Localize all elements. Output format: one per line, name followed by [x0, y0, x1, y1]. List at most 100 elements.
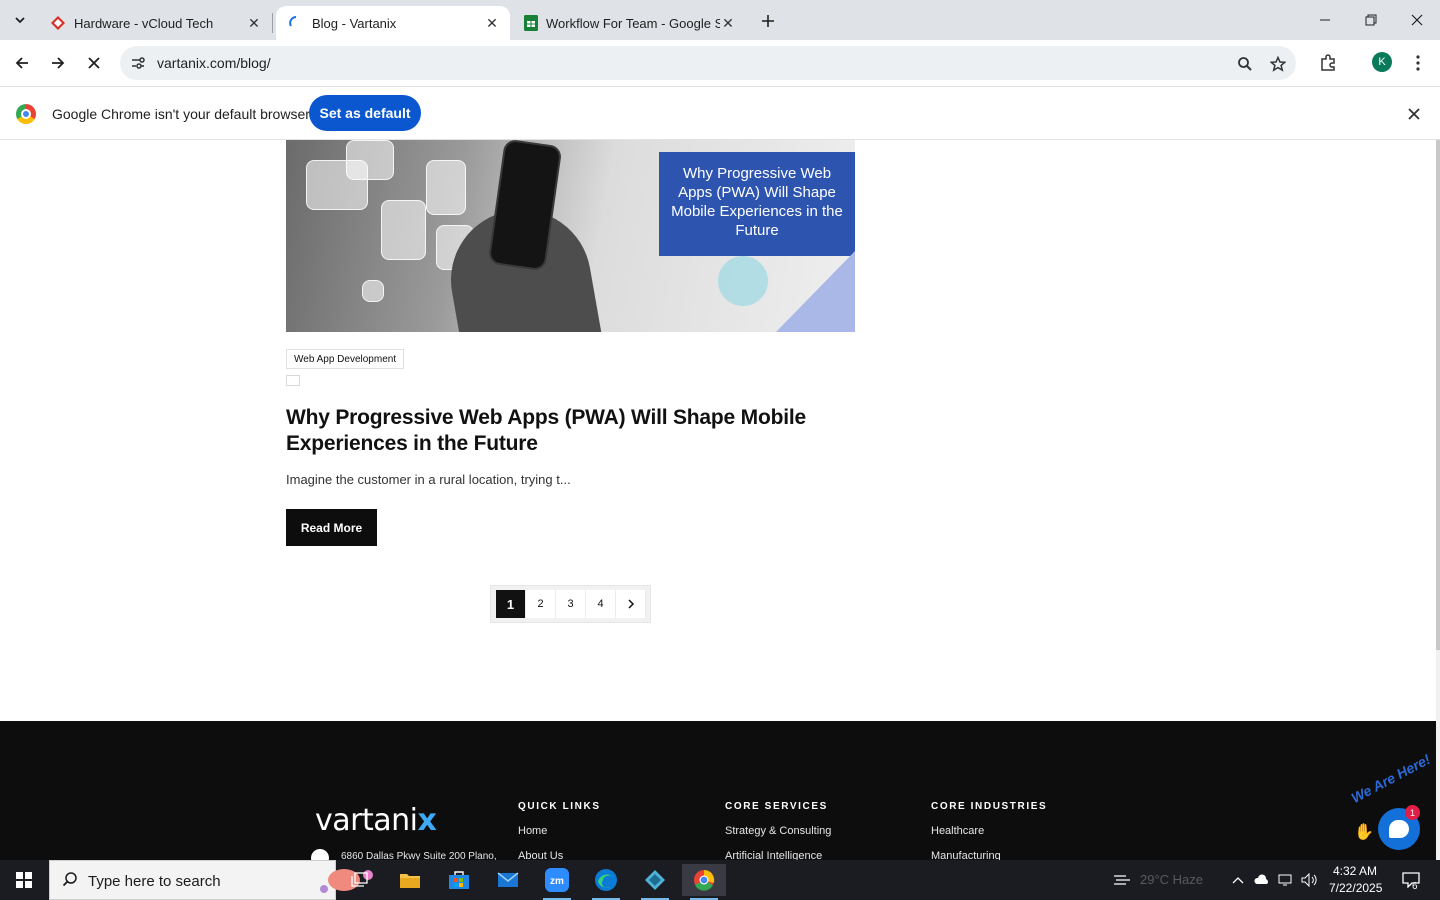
chat-unread-badge: 1	[1405, 805, 1420, 820]
onedrive-icon[interactable]	[1254, 872, 1270, 888]
minimize-button[interactable]	[1302, 0, 1348, 40]
tab-title: Blog - Vartanix	[312, 15, 397, 31]
chat-icon	[1389, 820, 1409, 838]
vcloud-favicon-icon	[51, 16, 65, 30]
chevron-down-icon	[15, 17, 25, 24]
search-placeholder: Type here to search	[88, 873, 221, 890]
back-button[interactable]	[7, 48, 37, 78]
chevron-right-icon	[627, 599, 634, 609]
logo-text: vartani	[315, 803, 418, 838]
extensions-icon[interactable]	[1318, 53, 1338, 73]
set-as-default-button[interactable]: Set as default	[309, 95, 421, 131]
notification-count: 6	[1412, 881, 1418, 892]
tab-title: Workflow For Team - Google Sh	[546, 15, 720, 31]
footer-link-about[interactable]: About Us	[518, 850, 563, 860]
post-title[interactable]: Why Progressive Web Apps (PWA) Will Shap…	[286, 405, 846, 457]
address-bar[interactable]: vartanix.com/blog/	[120, 46, 1296, 80]
mail-button[interactable]	[486, 864, 530, 896]
hero-decor	[426, 160, 466, 215]
footer-link-strategy[interactable]: Strategy & Consulting	[725, 825, 831, 837]
start-button[interactable]	[0, 860, 48, 900]
weather-text[interactable]: 29°C Haze	[1140, 872, 1203, 887]
task-view-button[interactable]	[338, 864, 382, 896]
default-browser-infobar: Google Chrome isn't your default browser…	[0, 86, 1440, 140]
stop-loading-button[interactable]	[79, 48, 109, 78]
footer-address: 6860 Dallas Pkwy Suite 200 Plano,	[341, 851, 497, 860]
task-view-icon	[351, 872, 368, 887]
clock-time[interactable]: 4:32 AM	[1333, 864, 1377, 878]
arrow-left-icon	[15, 57, 28, 69]
core-industries-heading: CORE INDUSTRIES	[931, 801, 1048, 812]
new-tab-button[interactable]	[756, 9, 780, 33]
close-window-button[interactable]	[1394, 0, 1440, 40]
tab-hardware-vcloud[interactable]: Hardware - vCloud Tech ✕	[38, 6, 272, 40]
google-sheets-icon	[524, 15, 538, 31]
url-text[interactable]: vartanix.com/blog/	[157, 55, 271, 71]
hero-decor	[776, 250, 855, 332]
logo-accent: x	[417, 803, 437, 838]
diamond-app-icon	[645, 870, 665, 890]
core-services-heading: CORE SERVICES	[725, 801, 828, 812]
clock-date[interactable]: 7/22/2025	[1329, 881, 1382, 895]
placeholder-image	[286, 375, 300, 386]
windows-logo-icon	[16, 872, 32, 888]
post-excerpt: Imagine the customer in a rural location…	[286, 472, 571, 487]
page-4-button[interactable]: 4	[586, 590, 616, 618]
vartanix-logo[interactable]: vartanix	[315, 803, 437, 838]
infobar-message: Google Chrome isn't your default browser	[52, 106, 310, 122]
hero-decor	[381, 200, 426, 260]
volume-icon[interactable]	[1301, 872, 1317, 888]
read-more-button[interactable]: Read More	[286, 509, 377, 546]
tab-blog-vartanix[interactable]: Blog - Vartanix ✕	[276, 6, 510, 40]
location-pin-icon	[311, 849, 329, 860]
next-page-button[interactable]	[616, 590, 646, 618]
profile-avatar[interactable]: K	[1372, 52, 1392, 72]
tab-search-button[interactable]	[6, 8, 34, 32]
restore-icon	[1365, 14, 1377, 26]
edge-button[interactable]	[584, 864, 628, 900]
zoom-icon[interactable]	[1235, 54, 1255, 74]
microsoft-store-button[interactable]	[437, 864, 481, 896]
page-3-button[interactable]: 3	[556, 590, 586, 618]
weather-icon[interactable]	[1112, 872, 1132, 888]
footer-link-home[interactable]: Home	[518, 825, 547, 837]
tab-title: Hardware - vCloud Tech	[74, 15, 214, 31]
app-diamond-button[interactable]	[633, 864, 677, 900]
close-icon[interactable]: ✕	[246, 15, 262, 31]
chrome-taskbar-button[interactable]	[682, 864, 726, 900]
page-1-button[interactable]: 1	[496, 590, 526, 618]
close-icon[interactable]: ✕	[484, 15, 500, 31]
footer-link-healthcare[interactable]: Healthcare	[931, 825, 984, 837]
close-icon[interactable]	[1404, 104, 1424, 124]
footer-link-manufacturing[interactable]: Manufacturing	[931, 850, 1001, 860]
mail-icon	[497, 872, 519, 887]
chevron-up-icon[interactable]	[1230, 872, 1246, 888]
bookmark-star-icon[interactable]	[1268, 54, 1288, 74]
post-featured-image[interactable]: Why Progressive Web Apps (PWA) Will Shap…	[286, 140, 855, 332]
tab-strip: Hardware - vCloud Tech ✕ Blog - Vartanix…	[0, 0, 1440, 40]
page-2-button[interactable]: 2	[526, 590, 556, 618]
browser-toolbar: vartanix.com/blog/ K	[0, 40, 1440, 86]
restore-button[interactable]	[1348, 0, 1394, 40]
scrollbar-thumb[interactable]	[1436, 140, 1440, 650]
category-tag[interactable]: Web App Development	[286, 349, 405, 369]
network-icon[interactable]	[1278, 872, 1294, 888]
site-info-icon[interactable]	[128, 53, 148, 73]
tab-workflow-sheets[interactable]: Workflow For Team - Google Sh ✕	[512, 6, 746, 40]
pagination: 1 2 3 4	[490, 585, 651, 623]
folder-icon	[400, 874, 420, 888]
hero-decor	[362, 280, 384, 302]
loading-spinner-icon	[289, 16, 297, 27]
arrow-right-icon	[52, 57, 65, 69]
forward-button[interactable]	[43, 48, 73, 78]
close-icon[interactable]: ✕	[720, 15, 736, 31]
menu-kebab-icon[interactable]	[1408, 53, 1428, 73]
footer-link-ai[interactable]: Artificial Intelligence	[725, 850, 822, 860]
zoom-app-button[interactable]: zm	[535, 864, 579, 900]
close-icon	[88, 57, 100, 69]
taskbar-search[interactable]: Type here to search	[49, 860, 373, 900]
file-explorer-button[interactable]	[388, 864, 432, 896]
site-footer: vartanix 6860 Dallas Pkwy Suite 200 Plan…	[0, 721, 1436, 860]
notification-center-icon[interactable]	[1399, 872, 1423, 888]
hero-decor	[346, 140, 394, 180]
